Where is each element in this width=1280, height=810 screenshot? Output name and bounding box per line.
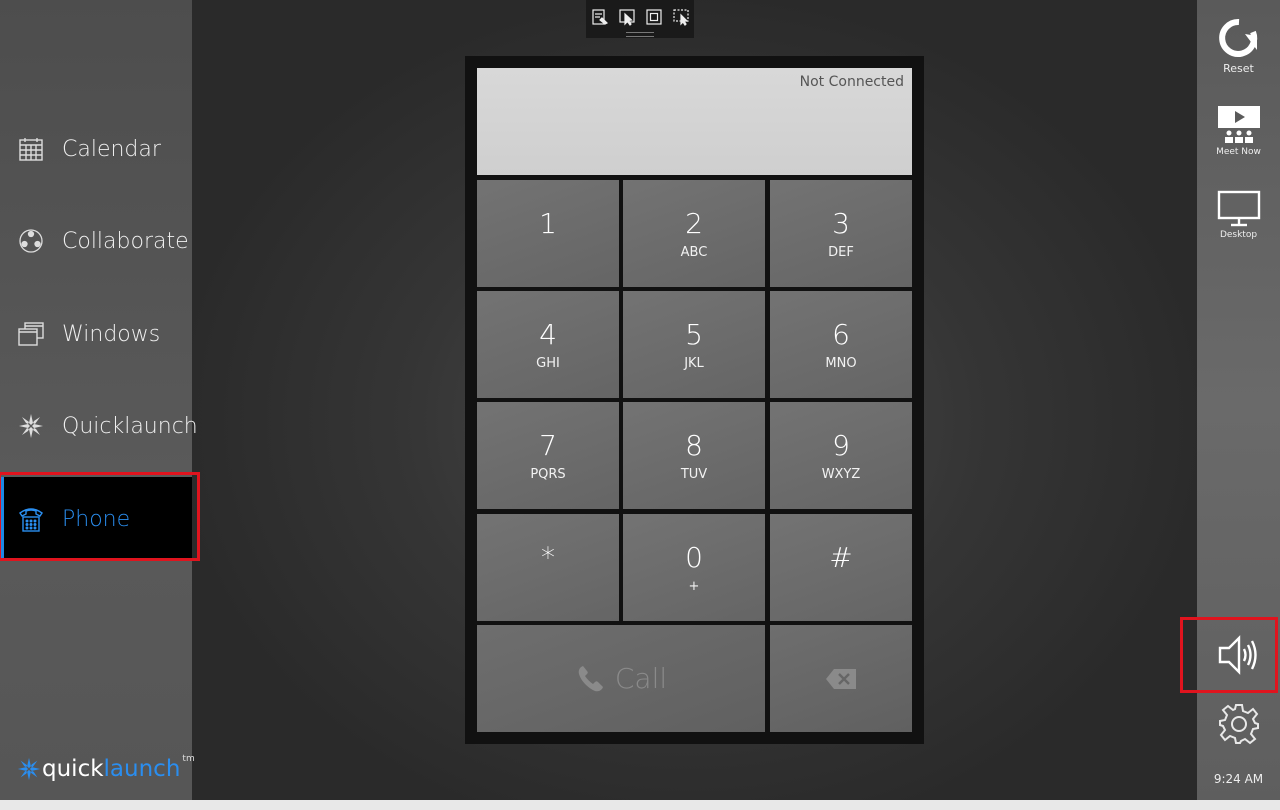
desktop-label: Desktop: [1219, 230, 1258, 240]
key-digit: 6: [832, 318, 850, 351]
call-button[interactable]: Call: [477, 625, 765, 732]
sidebar: Calendar Collaborate Windows Quicklaunch…: [0, 0, 198, 800]
key-7[interactable]: 7 PQRS: [477, 402, 619, 509]
key-digit: 3: [832, 207, 850, 240]
collaborate-icon: [17, 227, 45, 255]
key-digit: 2: [685, 207, 703, 240]
meet-now-icon: [1217, 106, 1260, 143]
sidebar-item-quicklaunch[interactable]: Quicklaunch: [0, 384, 198, 468]
logo-trademark: tm: [182, 754, 195, 764]
quicklaunch-logo-icon: [17, 757, 41, 781]
meet-now-label: Meet Now: [1216, 147, 1261, 157]
key-letters: WXYZ: [821, 467, 861, 482]
toolbar-drag-handle[interactable]: [626, 32, 654, 37]
key-letters: JKL: [684, 356, 704, 371]
key-letters: GHI: [536, 356, 560, 371]
key-letters: +: [688, 579, 700, 594]
desktop-icon: [1217, 190, 1260, 227]
key-digit: *: [541, 541, 555, 574]
sidebar-item-label: Calendar: [62, 136, 161, 162]
key-digit: 0: [685, 541, 703, 574]
key-8[interactable]: 8 TUV: [623, 402, 765, 509]
key-5[interactable]: 5 JKL: [623, 291, 765, 398]
key-2[interactable]: 2 ABC: [623, 180, 765, 287]
windows-icon: [17, 320, 45, 348]
logo-text-launch: launch: [103, 756, 181, 782]
phone-dialer: Not Connected 1 2 ABC 3 DEF 4 GHI 5 JKL …: [465, 56, 924, 744]
bottom-strip: [0, 800, 1280, 810]
key-4[interactable]: 4 GHI: [477, 291, 619, 398]
key-letters: MNO: [825, 356, 857, 371]
quicklaunch-logo: quick launch tm: [16, 754, 195, 782]
key-letters: TUV: [680, 467, 708, 482]
call-label: Call: [614, 662, 668, 695]
sidebar-item-label: Quicklaunch: [62, 413, 198, 439]
backspace-button[interactable]: [770, 625, 912, 732]
reset-button[interactable]: Reset: [1197, 16, 1280, 75]
screen-select-icon[interactable]: [672, 8, 690, 26]
key-letters: PQRS: [530, 467, 566, 482]
key-digit: 7: [539, 429, 557, 462]
backspace-icon: [826, 668, 856, 689]
settings-button[interactable]: [1197, 702, 1280, 746]
key-hash[interactable]: #: [770, 514, 912, 621]
handset-icon: [578, 665, 603, 691]
key-1[interactable]: 1: [477, 180, 619, 287]
key-digit: 8: [685, 429, 703, 462]
annotate-icon[interactable]: [591, 8, 609, 26]
key-letters: DEF: [828, 245, 854, 260]
key-digit: #: [829, 541, 853, 574]
key-9[interactable]: 9 WXYZ: [770, 402, 912, 509]
key-digit: 1: [539, 207, 557, 240]
key-6[interactable]: 6 MNO: [770, 291, 912, 398]
key-letters: ABC: [680, 245, 708, 260]
key-digit: 4: [539, 318, 557, 351]
highlight-box-phone: [0, 472, 200, 561]
reset-label: Reset: [1223, 62, 1254, 75]
logo-text-quick: quick: [42, 756, 104, 782]
top-toolbar: [586, 0, 694, 38]
fullscreen-icon[interactable]: [645, 8, 663, 26]
desktop-button[interactable]: Desktop: [1197, 190, 1280, 240]
key-3[interactable]: 3 DEF: [770, 180, 912, 287]
number-display[interactable]: Not Connected: [477, 68, 912, 175]
key-digit: 5: [685, 318, 703, 351]
clock: 9:24 AM: [1213, 772, 1264, 786]
gear-icon: [1218, 704, 1259, 745]
pointer-icon[interactable]: [618, 8, 636, 26]
quicklaunch-icon: [17, 412, 45, 440]
sidebar-item-label: Windows: [62, 321, 161, 347]
key-0[interactable]: 0 +: [623, 514, 765, 621]
reset-icon: [1218, 18, 1257, 57]
sidebar-item-label: Collaborate: [62, 228, 189, 254]
key-star[interactable]: *: [477, 514, 619, 621]
calendar-icon: [17, 135, 45, 163]
sidebar-item-calendar[interactable]: Calendar: [0, 107, 192, 191]
sidebar-item-collaborate[interactable]: Collaborate: [0, 199, 192, 283]
key-digit: 9: [832, 429, 850, 462]
connection-status: Not Connected: [799, 74, 904, 90]
highlight-box-volume: [1180, 617, 1278, 693]
sidebar-item-windows[interactable]: Windows: [0, 292, 192, 376]
meet-now-button[interactable]: Meet Now: [1197, 105, 1280, 157]
